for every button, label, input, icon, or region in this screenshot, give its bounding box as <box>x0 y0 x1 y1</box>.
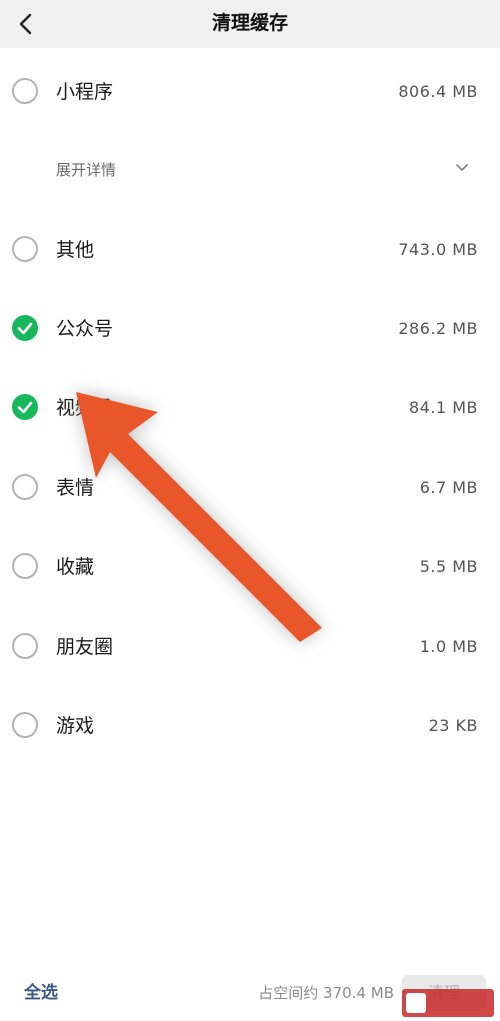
item-label: 朋友圈 <box>56 636 114 658</box>
item-size: 6.7 MB <box>419 478 478 497</box>
item-size: 23 KB <box>428 716 478 735</box>
item-size: 806.4 MB <box>398 82 478 101</box>
item-label: 收藏 <box>56 556 95 578</box>
list-item-favorites[interactable]: 收藏 5.5 MB <box>0 527 500 607</box>
item-label: 公众号 <box>56 318 114 340</box>
checkbox[interactable] <box>12 553 38 579</box>
checkbox-checked[interactable] <box>12 315 38 341</box>
list-item-games[interactable]: 游戏 23 KB <box>0 686 500 766</box>
chevron-down-icon <box>456 164 468 171</box>
item-size: 1.0 MB <box>419 637 478 656</box>
item-label: 小程序 <box>56 81 114 103</box>
list-item-stickers[interactable]: 表情 6.7 MB <box>0 448 500 528</box>
clear-cache-screen: 清理缓存 小程序 806.4 MB 展开详情 其他 743.0 MB 公众号 2… <box>0 0 500 1021</box>
item-size: 5.5 MB <box>419 557 478 576</box>
page-title: 清理缓存 <box>211 12 288 34</box>
check-icon <box>17 322 33 335</box>
item-label: 视频号 <box>56 397 114 419</box>
checkbox[interactable] <box>12 78 38 104</box>
checkbox-checked[interactable] <box>12 394 38 420</box>
checkbox[interactable] <box>12 474 38 500</box>
list-item-other[interactable]: 其他 743.0 MB <box>0 210 500 290</box>
item-size: 286.2 MB <box>398 319 478 338</box>
list-item-official-accounts[interactable]: 公众号 286.2 MB <box>0 289 500 369</box>
watermark-icon <box>406 993 426 1013</box>
list-item-moments[interactable]: 朋友圈 1.0 MB <box>0 607 500 687</box>
checkbox[interactable] <box>12 236 38 262</box>
item-size: 84.1 MB <box>409 398 478 417</box>
expand-details-label: 展开详情 <box>56 161 117 179</box>
expand-details-toggle[interactable]: 展开详情 <box>0 132 500 208</box>
list-item-channels[interactable]: 视频号 84.1 MB <box>0 368 500 448</box>
list-item-mini-programs[interactable]: 小程序 806.4 MB <box>0 52 500 132</box>
select-all-button[interactable]: 全选 <box>24 965 58 1021</box>
checkbox[interactable] <box>12 633 38 659</box>
nav-bar: 清理缓存 <box>0 0 500 48</box>
storage-usage-text: 占空间约 370.4 MB <box>258 984 394 1002</box>
item-size: 743.0 MB <box>398 240 478 259</box>
watermark-logo <box>402 989 494 1017</box>
item-label: 表情 <box>56 477 95 499</box>
check-icon <box>17 401 33 414</box>
checkbox[interactable] <box>12 712 38 738</box>
item-label: 游戏 <box>56 715 95 737</box>
item-label: 其他 <box>56 239 95 261</box>
